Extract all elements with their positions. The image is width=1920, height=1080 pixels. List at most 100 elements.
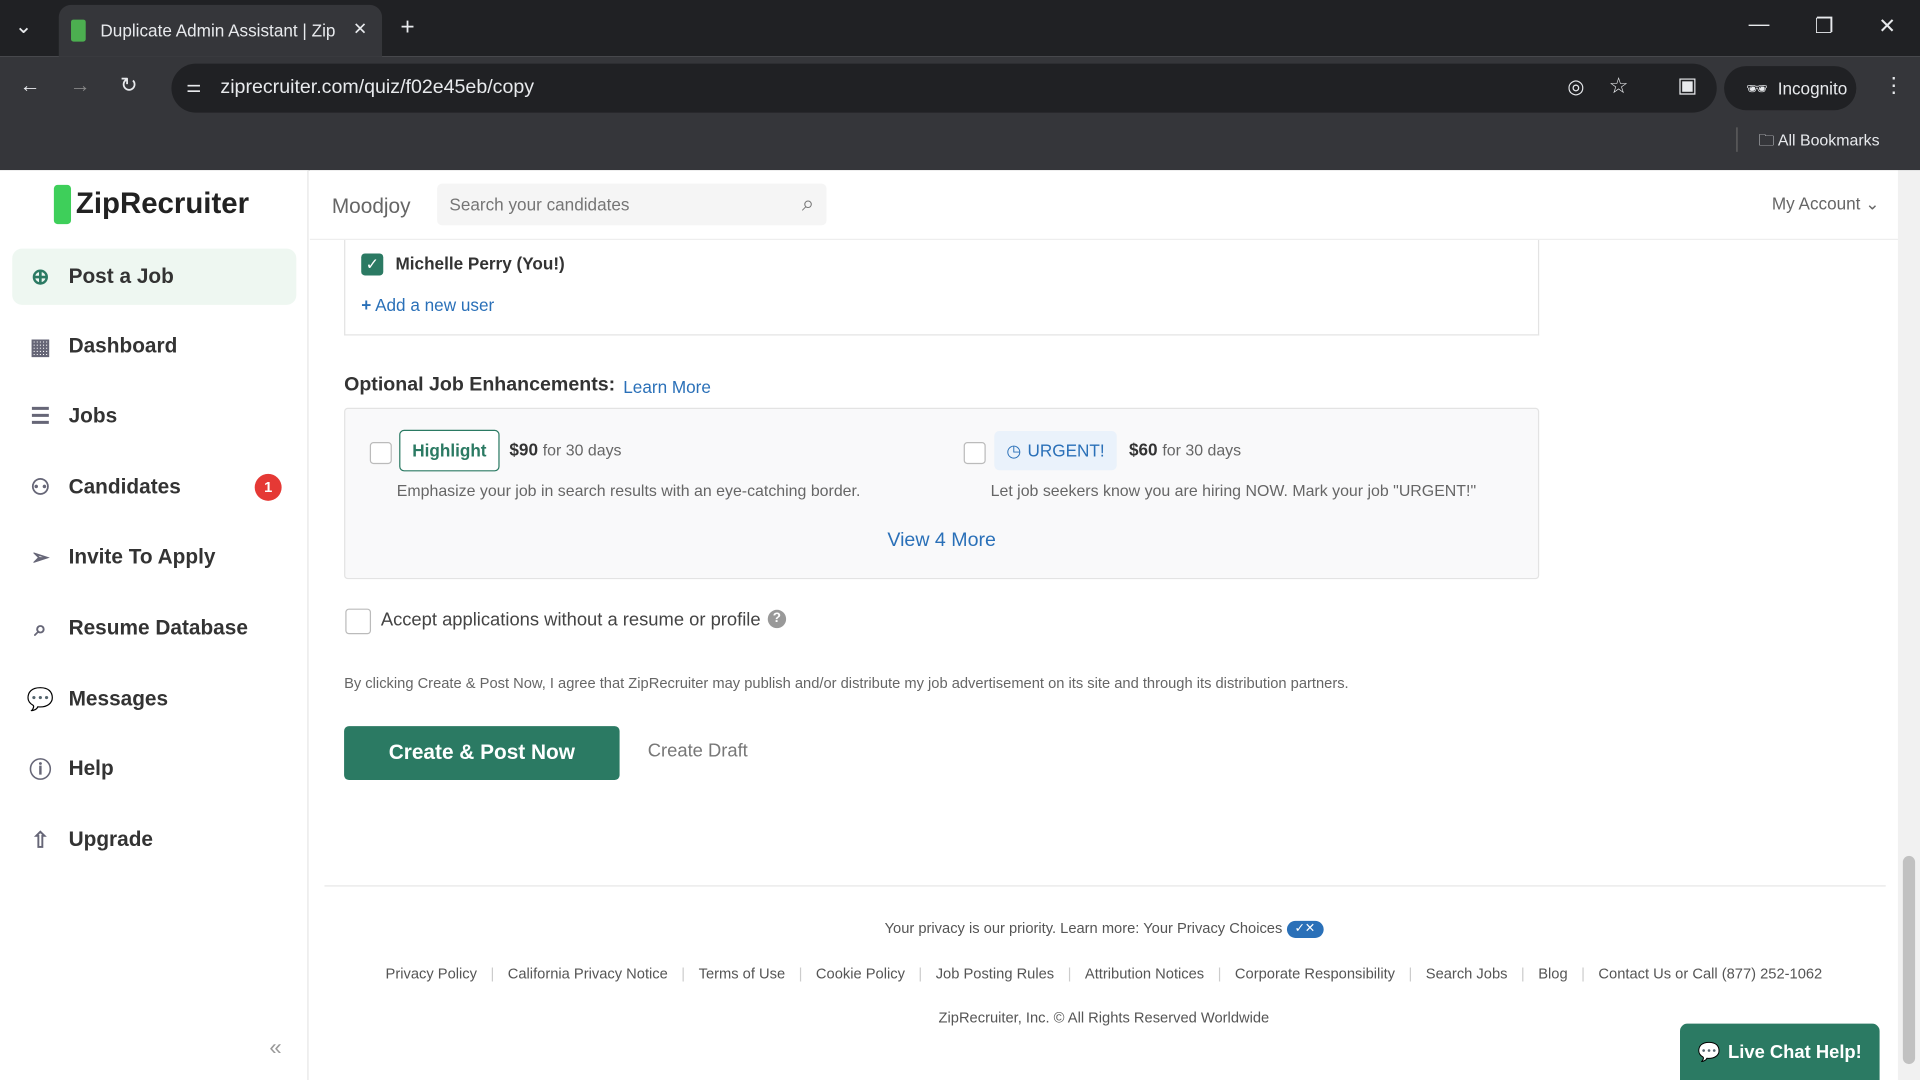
separator: | [1581,964,1585,983]
url-text: ziprecruiter.com/quiz/f02e45eb/copy [220,77,535,98]
search-icon[interactable]: ⌕ [802,191,814,217]
create-and-post-button[interactable]: Create & Post Now [344,726,620,781]
collapse-sidebar-icon[interactable]: « [269,1035,281,1061]
highlight-checkbox[interactable] [369,442,392,465]
my-account-menu[interactable]: My Account ⌄ [1772,193,1880,214]
separator: | [1520,964,1525,983]
footer-link[interactable]: Blog [1538,965,1567,982]
favicon-icon [71,19,86,42]
privacy-line: Your privacy is our priority. Learn more… [310,920,1898,938]
urgent-description: Let job seekers know you are hiring NOW.… [990,481,1477,500]
footer-link[interactable]: Contact Us or Call (877) 252-1062 [1598,965,1822,982]
my-account-label: My Account [1771,193,1861,214]
scrollbar[interactable] [1897,170,1920,1080]
footer-link[interactable]: Job Posting Rules [936,965,1054,982]
footer-link[interactable]: California Privacy Notice [508,965,668,982]
bookmarks-label: All Bookmarks [1777,131,1880,150]
sidebar-item-jobs[interactable]: ☰ Jobs [12,388,296,444]
learn-more-link[interactable]: Learn More [623,377,711,397]
view-more-link[interactable]: View 4 More [345,530,1538,552]
user-checkbox[interactable]: ✓ [361,253,384,276]
privacy-toggle-icon[interactable]: ✓✕ [1286,920,1324,938]
star-icon[interactable]: ☆ [1609,73,1629,99]
footer-link[interactable]: Terms of Use [699,965,786,982]
eye-off-icon[interactable]: ◎ [1567,75,1584,99]
separator: | [798,964,803,983]
footer-link[interactable]: Search Jobs [1426,965,1508,982]
minimize-icon[interactable]: — [1749,12,1770,36]
urgent-checkbox[interactable] [963,442,986,465]
footer-link[interactable]: Cookie Policy [816,965,905,982]
sidebar-item-label: Help [68,756,114,781]
live-chat-button[interactable]: 💬 Live Chat Help! [1680,1023,1880,1080]
chair-logo-icon [53,184,72,225]
chat-icon: 💬 [26,686,55,711]
upgrade-icon: ⇧ [31,827,50,852]
legal-text: By clicking Create & Post Now, I agree t… [344,674,1349,692]
forward-icon[interactable]: → [70,73,91,97]
notification-badge: 1 [254,473,282,501]
top-header: Moodjoy ⌕ My Account ⌄ [309,170,1898,241]
sidebar-item-upgrade[interactable]: ⇧ Upgrade [12,812,296,868]
separator: | [1217,964,1222,983]
help-icon: ⓘ [29,757,52,783]
close-tab-icon[interactable]: ✕ [353,18,367,39]
live-chat-label: Live Chat Help! [1728,1041,1862,1063]
sidebar-item-post-a-job[interactable]: ⊕ Post a Job [12,248,297,305]
incognito-icon: 🕶 [1746,77,1768,98]
sidebar-item-label: Jobs [68,404,118,428]
add-user-link[interactable]: + Add a new user [361,295,494,315]
side-panel-icon[interactable]: ▣ [1678,73,1698,97]
address-bar[interactable]: ⚌ ziprecruiter.com/quiz/f02e45eb/copy ◎ … [171,63,1717,113]
company-name: Moodjoy [331,194,411,218]
search-input[interactable] [437,183,781,226]
candidate-search[interactable]: ⌕ [437,183,827,226]
close-window-icon[interactable]: ✕ [1878,15,1895,39]
highlight-price: $90 [509,439,538,460]
chevron-down-icon: ⌄ [1865,193,1880,214]
new-tab-icon[interactable]: + [400,13,414,41]
menu-icon[interactable]: ⋮ [1883,73,1904,97]
footer-link[interactable]: Privacy Policy [386,965,477,982]
back-icon[interactable]: ← [20,73,41,97]
sidebar-item-label: Post a Job [68,264,174,288]
urgent-label: URGENT! [1027,440,1105,461]
tab-search-icon[interactable]: ⌄ [15,15,32,39]
separator: | [1408,964,1413,983]
footer-links: Privacy Policy | California Privacy Notice… [310,965,1898,982]
grid-icon: ▦ [29,333,51,359]
urgent-duration: for 30 days [1162,440,1242,460]
separator: | [681,964,686,983]
site-settings-icon[interactable]: ⚌ [186,76,201,97]
sidebar-item-messages[interactable]: 💬 Messages [12,671,296,727]
all-bookmarks[interactable]: 🗀 All Bookmarks [1758,130,1879,157]
restore-icon[interactable]: ❐ [1815,15,1834,39]
browser-tab[interactable]: Duplicate Admin Assistant | Zip ✕ [58,4,383,57]
sidebar-item-candidates[interactable]: ⚇ Candidates 1 [12,459,296,515]
separator: | [1067,964,1072,983]
footer-link[interactable]: Corporate Responsibility [1235,965,1395,982]
incognito-badge[interactable]: 🕶 Incognito [1724,66,1857,111]
footer-divider [324,885,1886,887]
privacy-choices-link[interactable]: Your Privacy Choices [1143,920,1282,937]
sidebar-item-invite-to-apply[interactable]: ➢ Invite To Apply [12,529,296,585]
sidebar-item-label: Dashboard [68,334,178,358]
sidebar-item-help[interactable]: ⓘ Help [12,741,296,797]
user-name: Michelle Perry (You!) [395,253,565,274]
tab-title: Duplicate Admin Assistant | Zip [100,20,336,41]
enhancements-title: Optional Job Enhancements: [344,374,616,396]
create-draft-button[interactable]: Create Draft [648,741,748,762]
privacy-text: Your privacy is our priority. Learn more… [884,919,1140,937]
sidebar-item-resume-database[interactable]: ⌕ Resume Database [12,600,296,656]
list-icon: ☰ [30,403,51,428]
reload-icon[interactable]: ↻ [120,73,137,97]
footer-link[interactable]: Attribution Notices [1085,965,1204,982]
sidebar: ZipRecruiter ⊕ Post a Job ▦ Dashboard ☰ Job… [0,170,309,1080]
sidebar-item-label: Resume Database [68,615,248,640]
divider [1736,127,1738,152]
help-icon[interactable]: ? [767,609,787,629]
ziprecruiter-logo[interactable]: ZipRecruiter [53,184,249,225]
sidebar-item-dashboard[interactable]: ▦ Dashboard [12,318,296,374]
accept-no-resume-checkbox[interactable] [345,608,372,635]
scrollbar-thumb[interactable] [1902,855,1916,1065]
